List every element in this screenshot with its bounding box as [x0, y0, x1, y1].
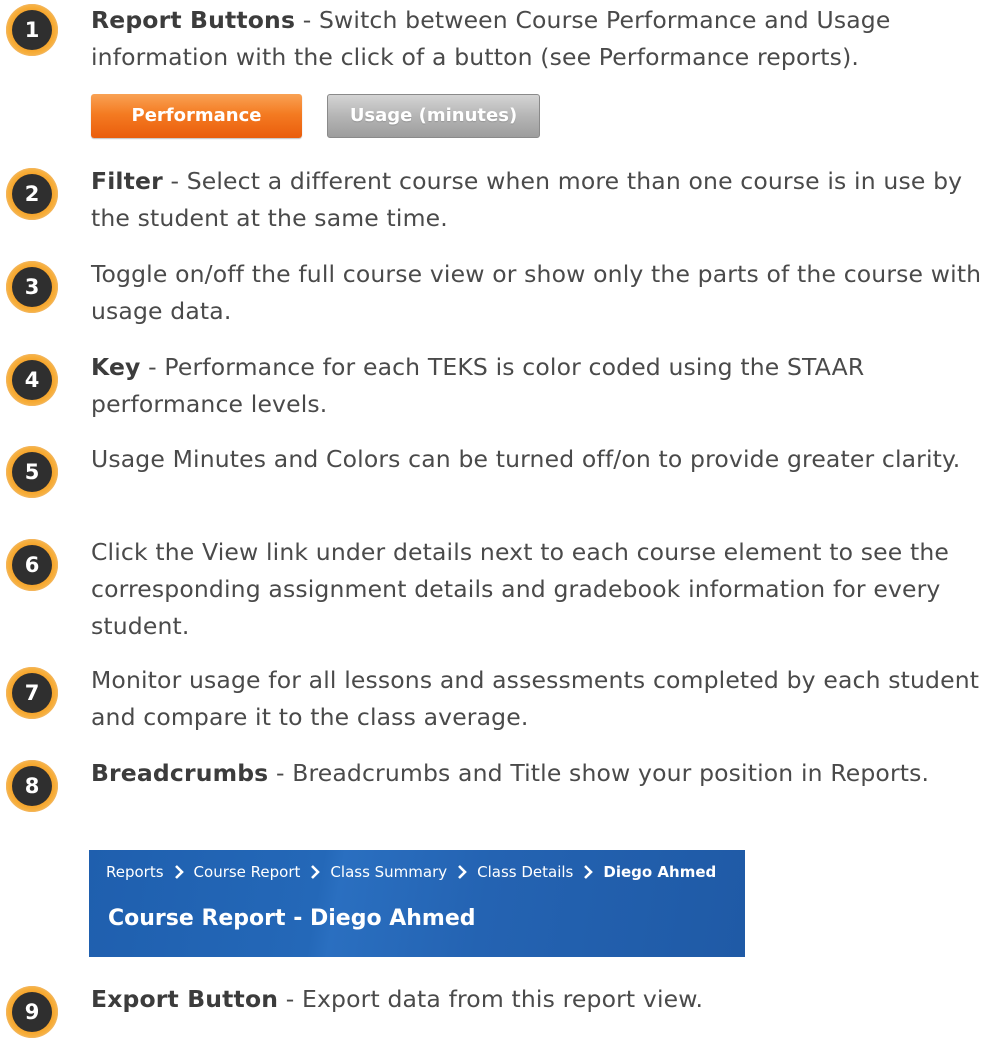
breadcrumb: Reports Course Report Class Summary Class D…: [106, 863, 716, 881]
performance-button[interactable]: Performance: [91, 94, 302, 138]
chevron-right-icon: [174, 865, 184, 879]
number-badge-label: 4: [12, 360, 52, 400]
callout-text: Monitor usage for all lessons and assess…: [91, 662, 986, 736]
number-badge-label: 8: [12, 766, 52, 806]
number-badge: 4: [6, 354, 58, 406]
number-badge-label: 6: [12, 545, 52, 585]
callout-description: Usage Minutes and Colors can be turned o…: [91, 445, 961, 473]
page-title: Course Report - Diego Ahmed: [108, 906, 476, 931]
chevron-right-icon: [458, 865, 467, 879]
callout-description: Monitor usage for all lessons and assess…: [91, 666, 980, 731]
callout-description: Click the View link under details next t…: [91, 538, 950, 640]
callout-description: - Export data from this report view.: [278, 985, 704, 1013]
chevron-right-icon: [584, 865, 594, 879]
number-badge: 5: [6, 446, 58, 498]
callout-term: Export Button: [91, 985, 279, 1013]
callout-term: Report Buttons: [91, 6, 296, 34]
number-badge-label: 2: [12, 174, 52, 214]
number-badge: 3: [6, 261, 58, 313]
breadcrumb-banner: Reports Course Report Class Summary Class D…: [89, 850, 745, 957]
callout-text: Click the View link under details next t…: [91, 534, 986, 645]
chevron-right-icon: [311, 865, 321, 879]
callout-term: Key: [91, 353, 141, 381]
callout-text: Filter - Select a different course when …: [91, 163, 986, 237]
callout-description: - Breadcrumbs and Title show your positi…: [268, 759, 930, 787]
number-badge: 7: [6, 667, 58, 719]
callout-text: Breadcrumbs - Breadcrumbs and Title show…: [91, 755, 986, 792]
callout-description: - Select a different course when more th…: [91, 167, 963, 232]
number-badge: 2: [6, 168, 58, 220]
number-badge-label: 1: [12, 10, 52, 50]
usage-minutes-button[interactable]: Usage (minutes): [327, 94, 540, 138]
callout-text: Toggle on/off the full course view or sh…: [91, 256, 986, 330]
callout-text: Key - Performance for each TEKS is color…: [91, 349, 986, 423]
number-badge-label: 3: [12, 267, 52, 307]
number-badge-label: 7: [12, 673, 52, 713]
number-badge: 9: [6, 986, 58, 1038]
callout-description: - Performance for each TEKS is color cod…: [91, 353, 865, 418]
number-badge: 1: [6, 4, 58, 56]
callout-text: Export Button - Export data from this re…: [91, 981, 986, 1018]
callout-text: Report Buttons - Switch between Course P…: [91, 2, 986, 76]
number-badge: 8: [6, 760, 58, 812]
breadcrumb-item-course-report[interactable]: Course Report: [194, 863, 301, 881]
breadcrumb-item-class-summary[interactable]: Class Summary: [330, 863, 447, 881]
callout-text: Usage Minutes and Colors can be turned o…: [91, 441, 986, 478]
number-badge: 6: [6, 539, 58, 591]
number-badge-label: 9: [12, 992, 52, 1032]
breadcrumb-item-reports[interactable]: Reports: [106, 863, 164, 881]
breadcrumb-item-current: Diego Ahmed: [603, 863, 717, 881]
number-badge-label: 5: [12, 452, 52, 492]
callout-term: Filter: [91, 167, 163, 195]
callout-term: Breadcrumbs: [91, 759, 269, 787]
breadcrumb-item-class-details[interactable]: Class Details: [477, 863, 573, 881]
callout-description: Toggle on/off the full course view or sh…: [91, 260, 982, 325]
